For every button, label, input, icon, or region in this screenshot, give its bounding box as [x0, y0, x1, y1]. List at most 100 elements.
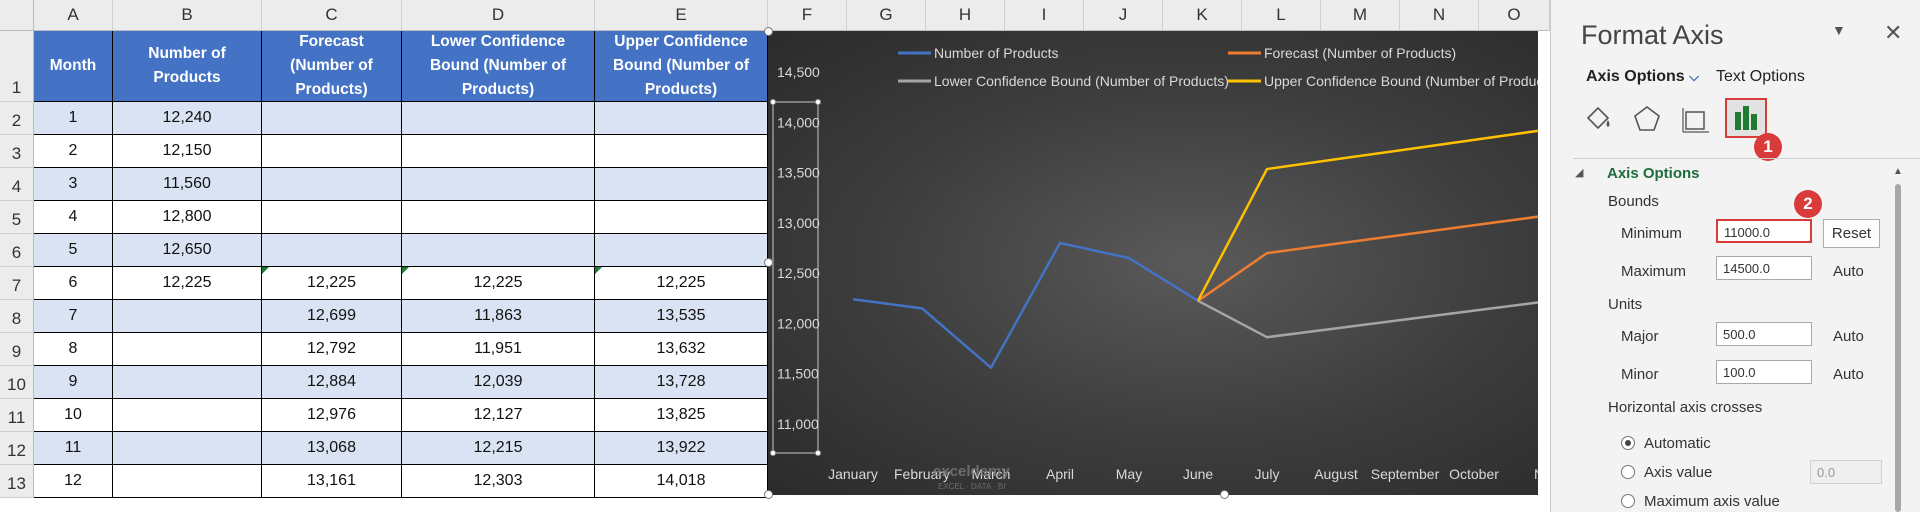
column-header-i[interactable]: I [1005, 0, 1084, 31]
radio-automatic-label[interactable]: Automatic [1644, 435, 1711, 452]
radio-maximum-axis-value-label[interactable]: Maximum axis value [1644, 493, 1780, 510]
table-cell[interactable]: 8 [34, 333, 113, 366]
column-header-h[interactable]: H [926, 0, 1005, 31]
column-header-d[interactable]: D [402, 0, 595, 31]
table-cell[interactable]: 12 [34, 465, 113, 498]
table-cell[interactable] [113, 399, 262, 432]
table-cell[interactable] [113, 465, 262, 498]
table-cell[interactable]: 12,225 [402, 267, 595, 300]
table-cell[interactable] [262, 168, 402, 201]
row-header-1[interactable]: 1 [0, 31, 34, 102]
table-cell[interactable]: 13,068 [262, 432, 402, 465]
radio-axis-value-label[interactable]: Axis value [1644, 464, 1712, 481]
table-cell[interactable]: 7 [34, 300, 113, 333]
chart-resize-handle[interactable] [1220, 490, 1229, 499]
table-cell[interactable] [402, 234, 595, 267]
table-cell[interactable] [262, 201, 402, 234]
table-cell[interactable] [113, 432, 262, 465]
table-cell[interactable]: 12,650 [113, 234, 262, 267]
table-cell[interactable] [595, 201, 768, 234]
table-cell[interactable]: 11,951 [402, 333, 595, 366]
table-cell[interactable] [402, 135, 595, 168]
table-cell[interactable]: 12,225 [595, 267, 768, 300]
chart-resize-handle[interactable] [764, 258, 773, 267]
table-cell[interactable]: 12,699 [262, 300, 402, 333]
table-cell[interactable]: 12,792 [262, 333, 402, 366]
row-header-3[interactable]: 3 [0, 135, 34, 168]
header-number-of-products[interactable]: Number of Products [113, 31, 262, 102]
column-header-k[interactable]: K [1163, 0, 1242, 31]
effects-pentagon-icon[interactable] [1631, 104, 1663, 134]
major-unit-input[interactable]: 500.0 [1716, 322, 1812, 346]
radio-maximum-axis-value[interactable] [1621, 494, 1635, 508]
row-header-11[interactable]: 11 [0, 399, 34, 432]
table-cell[interactable]: 12,976 [262, 399, 402, 432]
radio-automatic[interactable] [1621, 436, 1635, 450]
table-cell[interactable]: 4 [34, 201, 113, 234]
table-cell[interactable]: 9 [34, 366, 113, 399]
table-cell[interactable]: 13,161 [262, 465, 402, 498]
collapse-triangle-icon[interactable]: ◢ [1575, 166, 1583, 179]
header-forecast[interactable]: Forecast (Number of Products) [262, 31, 402, 102]
header-lower-confidence-bound[interactable]: Lower Confidence Bound (Number of Produc… [402, 31, 595, 102]
row-header-9[interactable]: 9 [0, 333, 34, 366]
table-cell[interactable]: 13,632 [595, 333, 768, 366]
section-title-axis-options[interactable]: Axis Options [1607, 165, 1700, 182]
table-cell[interactable]: 12,225 [262, 267, 402, 300]
table-cell[interactable] [402, 201, 595, 234]
row-header-2[interactable]: 2 [0, 102, 34, 135]
header-upper-confidence-bound[interactable]: Upper Confidence Bound (Number of Produc… [595, 31, 768, 102]
row-header-13[interactable]: 13 [0, 465, 34, 498]
column-header-e[interactable]: E [595, 0, 768, 31]
table-cell[interactable] [595, 234, 768, 267]
table-cell[interactable]: 12,800 [113, 201, 262, 234]
scrollbar-thumb[interactable] [1895, 184, 1901, 512]
column-header-j[interactable]: J [1084, 0, 1163, 31]
chart-resize-handle[interactable] [764, 27, 773, 36]
row-header-8[interactable]: 8 [0, 300, 34, 333]
table-cell[interactable] [595, 102, 768, 135]
table-cell[interactable] [262, 102, 402, 135]
table-cell[interactable] [113, 300, 262, 333]
table-cell[interactable]: 12,039 [402, 366, 595, 399]
table-cell[interactable] [402, 102, 595, 135]
table-cell[interactable]: 5 [34, 234, 113, 267]
table-cell[interactable] [402, 168, 595, 201]
table-cell[interactable]: 12,127 [402, 399, 595, 432]
reset-button[interactable]: Reset [1823, 219, 1880, 248]
column-header-l[interactable]: L [1242, 0, 1321, 31]
table-cell[interactable]: 13,825 [595, 399, 768, 432]
table-cell[interactable]: 14,018 [595, 465, 768, 498]
table-cell[interactable]: 12,215 [402, 432, 595, 465]
pane-scrollbar[interactable]: ▲ [1893, 166, 1903, 512]
table-cell[interactable]: 12,150 [113, 135, 262, 168]
header-month[interactable]: Month [34, 31, 113, 102]
table-cell[interactable]: 12,303 [402, 465, 595, 498]
row-header-12[interactable]: 12 [0, 432, 34, 465]
minor-unit-input[interactable]: 100.0 [1716, 360, 1812, 384]
line-chart[interactable]: 11,000 11,500 12,000 12,500 13,000 13,500 14,0… [768, 31, 1538, 495]
table-cell[interactable]: 3 [34, 168, 113, 201]
column-header-o[interactable]: O [1479, 0, 1550, 31]
table-cell[interactable]: 11,863 [402, 300, 595, 333]
size-properties-icon[interactable] [1679, 104, 1711, 134]
column-header-b[interactable]: B [113, 0, 262, 31]
close-icon[interactable]: ✕ [1884, 20, 1902, 46]
column-header-f[interactable]: F [768, 0, 847, 31]
scroll-up-icon[interactable]: ▲ [1893, 166, 1903, 177]
column-header-a[interactable]: A [34, 0, 113, 31]
column-header-n[interactable]: N [1400, 0, 1479, 31]
chart-resize-handle[interactable] [764, 490, 773, 499]
row-header-4[interactable]: 4 [0, 168, 34, 201]
column-header-g[interactable]: G [847, 0, 926, 31]
row-header-6[interactable]: 6 [0, 234, 34, 267]
axis-options-bar-icon[interactable] [1725, 98, 1767, 138]
table-cell[interactable]: 13,535 [595, 300, 768, 333]
table-cell[interactable]: 10 [34, 399, 113, 432]
maximum-bound-input[interactable]: 14500.0 [1716, 256, 1812, 280]
table-cell[interactable] [262, 135, 402, 168]
table-cell[interactable]: 12,240 [113, 102, 262, 135]
minimum-bound-input[interactable]: 11000.0 [1716, 219, 1812, 243]
table-cell[interactable]: 13,728 [595, 366, 768, 399]
axis-value-input[interactable]: 0.0 [1810, 460, 1882, 484]
